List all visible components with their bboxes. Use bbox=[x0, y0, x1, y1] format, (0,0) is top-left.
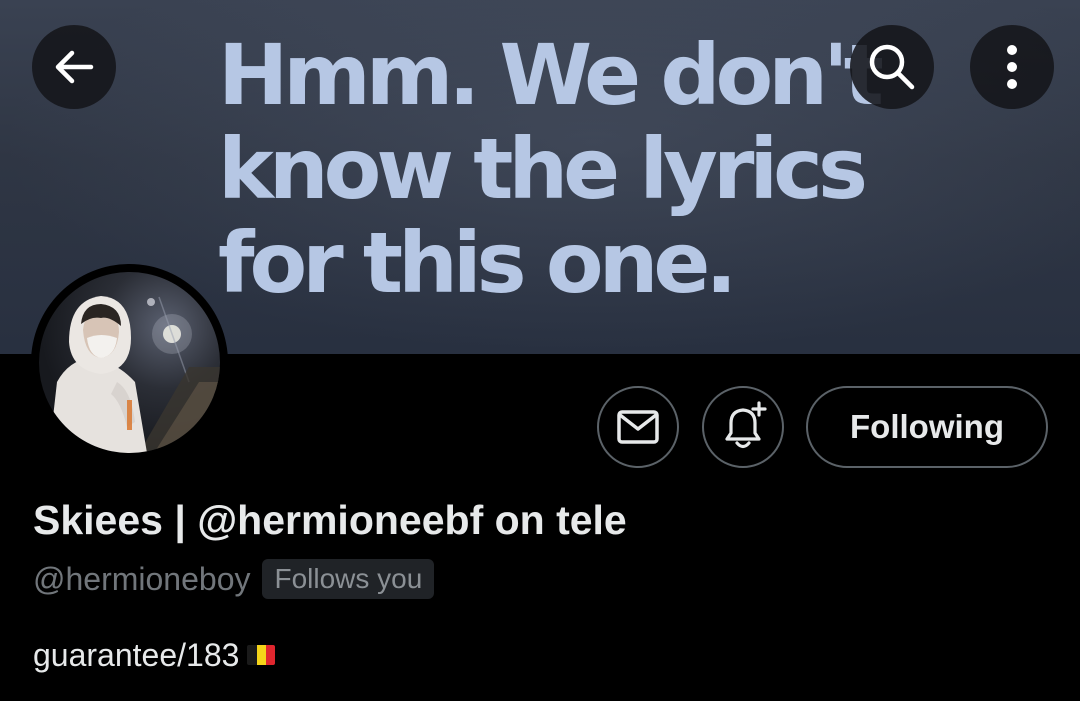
arrow-left-icon bbox=[55, 50, 94, 84]
avatar[interactable] bbox=[31, 264, 228, 461]
bio-text: guarantee/183 bbox=[33, 637, 240, 673]
flag-stripe-yellow bbox=[256, 645, 267, 665]
profile-page: Hmm. We don't know the lyrics for this o… bbox=[0, 0, 1080, 701]
bell-plus-icon bbox=[725, 401, 767, 449]
search-button[interactable] bbox=[850, 25, 934, 109]
flag-stripe-black bbox=[247, 645, 257, 665]
notify-button[interactable] bbox=[702, 386, 784, 468]
banner-text: Hmm. We don't know the lyrics for this o… bbox=[218, 26, 884, 312]
display-name: Skiees | @hermioneebf on tele bbox=[33, 497, 627, 543]
belgium-flag-icon bbox=[247, 645, 276, 665]
message-button[interactable] bbox=[597, 386, 679, 468]
bio: guarantee/183 bbox=[33, 633, 276, 677]
handle-row: @hermioneboy Follows you bbox=[33, 557, 435, 601]
follows-you-badge: Follows you bbox=[262, 559, 435, 599]
envelope-icon bbox=[617, 410, 659, 444]
avatar-image bbox=[49, 296, 220, 453]
more-vertical-icon bbox=[1007, 45, 1017, 89]
flag-stripe-red bbox=[266, 645, 276, 665]
search-icon bbox=[869, 44, 915, 90]
following-button[interactable]: Following bbox=[806, 386, 1048, 468]
avatar-photo bbox=[39, 272, 220, 453]
more-options-button[interactable] bbox=[970, 25, 1054, 109]
back-button[interactable] bbox=[32, 25, 116, 109]
user-handle: @hermioneboy bbox=[33, 561, 251, 597]
